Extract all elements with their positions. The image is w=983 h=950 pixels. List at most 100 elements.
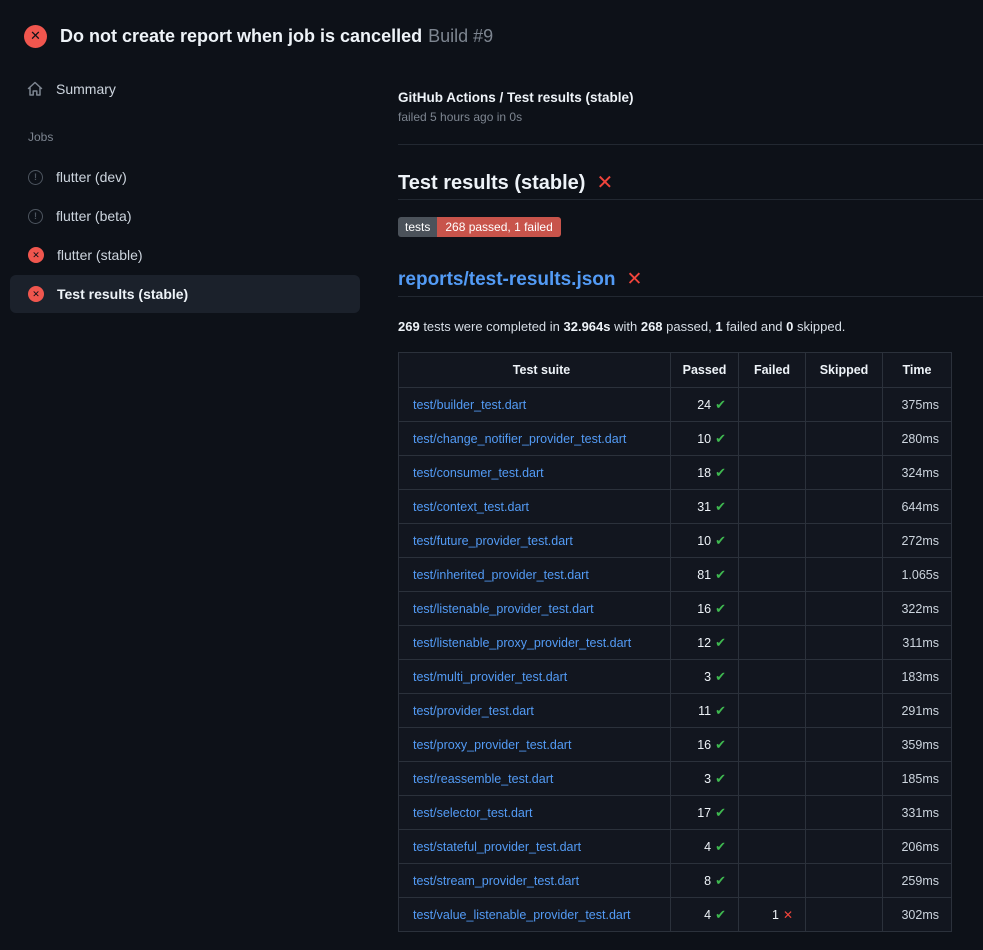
cell-test-suite: test/future_provider_test.dart bbox=[399, 524, 671, 558]
check-title-text: Test results (stable) bbox=[398, 172, 585, 194]
sidebar: Summary Jobs !flutter (dev)!flutter (bet… bbox=[0, 57, 370, 314]
cell-skipped bbox=[806, 490, 883, 524]
test-suite-link[interactable]: test/builder_test.dart bbox=[413, 398, 526, 412]
table-row: test/builder_test.dart24✔375ms bbox=[399, 388, 952, 422]
cell-failed bbox=[739, 864, 806, 898]
table-row: test/multi_provider_test.dart3✔183ms bbox=[399, 660, 952, 694]
sidebar-item-job-0[interactable]: !flutter (dev) bbox=[10, 158, 360, 196]
cell-passed: 18✔ bbox=[671, 456, 739, 490]
cell-passed: 31✔ bbox=[671, 490, 739, 524]
report-link[interactable]: reports/test-results.json bbox=[398, 269, 616, 290]
test-suite-link[interactable]: test/consumer_test.dart bbox=[413, 466, 544, 480]
sidebar-summary-label: Summary bbox=[56, 81, 116, 97]
cell-passed: 12 ✔ bbox=[671, 626, 739, 660]
col-header-test-suite: Test suite bbox=[399, 353, 671, 388]
cell-test-suite: test/context_test.dart bbox=[399, 490, 671, 524]
test-suite-link[interactable]: test/multi_provider_test.dart bbox=[413, 670, 567, 684]
check-icon: ✔ bbox=[715, 635, 726, 650]
cell-time: 183ms bbox=[883, 660, 952, 694]
count-value: 10 bbox=[697, 534, 711, 548]
test-suite-link[interactable]: test/proxy_provider_test.dart bbox=[413, 738, 571, 752]
cell-skipped bbox=[806, 796, 883, 830]
cell-failed bbox=[739, 456, 806, 490]
count-value: 16 bbox=[697, 738, 711, 752]
summary-segment: 1 bbox=[715, 319, 722, 334]
table-row: test/listenable_proxy_provider_test.dart… bbox=[399, 626, 952, 660]
cell-skipped bbox=[806, 830, 883, 864]
count-value: 8 bbox=[704, 874, 711, 888]
count-value: 10 bbox=[697, 432, 711, 446]
jobs-list: !flutter (dev)!flutter (beta)✕flutter (s… bbox=[0, 158, 370, 313]
cell-passed: 3✔ bbox=[671, 762, 739, 796]
cell-passed: 81✔ bbox=[671, 558, 739, 592]
tests-badge: tests268 passed, 1 failed bbox=[398, 217, 561, 237]
test-suite-link[interactable]: test/listenable_proxy_provider_test.dart bbox=[413, 636, 631, 650]
cell-time: 280ms bbox=[883, 422, 952, 456]
cross-icon: ✕ bbox=[783, 908, 793, 922]
sidebar-item-summary[interactable]: Summary bbox=[27, 81, 370, 97]
cell-failed bbox=[739, 558, 806, 592]
test-suite-link[interactable]: test/inherited_provider_test.dart bbox=[413, 568, 589, 582]
cell-failed bbox=[739, 592, 806, 626]
cell-test-suite: test/listenable_provider_test.dart bbox=[399, 592, 671, 626]
cell-skipped bbox=[806, 694, 883, 728]
test-suite-link[interactable]: test/future_provider_test.dart bbox=[413, 534, 573, 548]
count-value: 18 bbox=[697, 466, 711, 480]
job-label: flutter (stable) bbox=[57, 247, 143, 263]
count-value: 3 bbox=[704, 772, 711, 786]
table-row: test/future_provider_test.dart10✔272ms bbox=[399, 524, 952, 558]
test-suite-link[interactable]: test/stateful_provider_test.dart bbox=[413, 840, 581, 854]
cell-skipped bbox=[806, 592, 883, 626]
run-title: Do not create report when job is cancell… bbox=[60, 26, 422, 46]
check-icon: ✔ bbox=[715, 397, 726, 412]
summary-segment: tests were completed in bbox=[420, 319, 564, 334]
check-icon: ✔ bbox=[715, 839, 726, 854]
cell-passed: 4✔ bbox=[671, 898, 739, 932]
summary-segment: failed and bbox=[723, 319, 787, 334]
test-suite-link[interactable]: test/provider_test.dart bbox=[413, 704, 534, 718]
test-suite-link[interactable]: test/value_listenable_provider_test.dart bbox=[413, 908, 631, 922]
table-row: test/stream_provider_test.dart8✔259ms bbox=[399, 864, 952, 898]
summary-segment: 268 bbox=[641, 319, 663, 334]
cell-test-suite: test/stateful_provider_test.dart bbox=[399, 830, 671, 864]
cell-passed: 10 ✔ bbox=[671, 524, 739, 558]
test-suite-link[interactable]: test/stream_provider_test.dart bbox=[413, 874, 579, 888]
check-icon: ✔ bbox=[715, 533, 726, 548]
badge-value: 268 passed, 1 failed bbox=[437, 217, 560, 237]
test-suite-link[interactable]: test/listenable_provider_test.dart bbox=[413, 602, 594, 616]
col-header-skipped: Skipped bbox=[806, 353, 883, 388]
cell-time: 375ms bbox=[883, 388, 952, 422]
cell-skipped bbox=[806, 626, 883, 660]
cell-test-suite: test/change_notifier_provider_test.dart bbox=[399, 422, 671, 456]
check-icon: ✔ bbox=[715, 601, 726, 616]
table-header-row: Test suite Passed Failed Skipped Time bbox=[399, 353, 952, 388]
test-suite-link[interactable]: test/selector_test.dart bbox=[413, 806, 533, 820]
cell-test-suite: test/builder_test.dart bbox=[399, 388, 671, 422]
count-value: 12 bbox=[697, 636, 711, 650]
cell-failed bbox=[739, 524, 806, 558]
jobs-section-label: Jobs bbox=[28, 130, 370, 144]
cell-failed bbox=[739, 422, 806, 456]
cell-passed: 4✔ bbox=[671, 830, 739, 864]
job-label: flutter (beta) bbox=[56, 208, 131, 224]
check-icon: ✔ bbox=[715, 669, 726, 684]
test-suite-link[interactable]: test/change_notifier_provider_test.dart bbox=[413, 432, 626, 446]
test-suite-link[interactable]: test/context_test.dart bbox=[413, 500, 529, 514]
sidebar-item-job-2[interactable]: ✕flutter (stable) bbox=[10, 236, 360, 274]
cell-skipped bbox=[806, 456, 883, 490]
col-header-failed: Failed bbox=[739, 353, 806, 388]
count-value: 4 bbox=[704, 840, 711, 854]
cell-time: 311ms bbox=[883, 626, 952, 660]
failed-x-icon: ✕ bbox=[596, 172, 613, 194]
count-value: 16 bbox=[697, 602, 711, 616]
sidebar-item-job-1[interactable]: !flutter (beta) bbox=[10, 197, 360, 235]
sidebar-item-job-3[interactable]: ✕Test results (stable) bbox=[10, 275, 360, 313]
test-suite-link[interactable]: test/reassemble_test.dart bbox=[413, 772, 553, 786]
main-content: GitHub Actions / Test results (stable) f… bbox=[398, 0, 983, 932]
cell-test-suite: test/inherited_provider_test.dart bbox=[399, 558, 671, 592]
cell-failed bbox=[739, 660, 806, 694]
cell-time: 359ms bbox=[883, 728, 952, 762]
cell-passed: 16 ✔ bbox=[671, 592, 739, 626]
cell-failed bbox=[739, 830, 806, 864]
table-row: test/proxy_provider_test.dart16✔359ms bbox=[399, 728, 952, 762]
